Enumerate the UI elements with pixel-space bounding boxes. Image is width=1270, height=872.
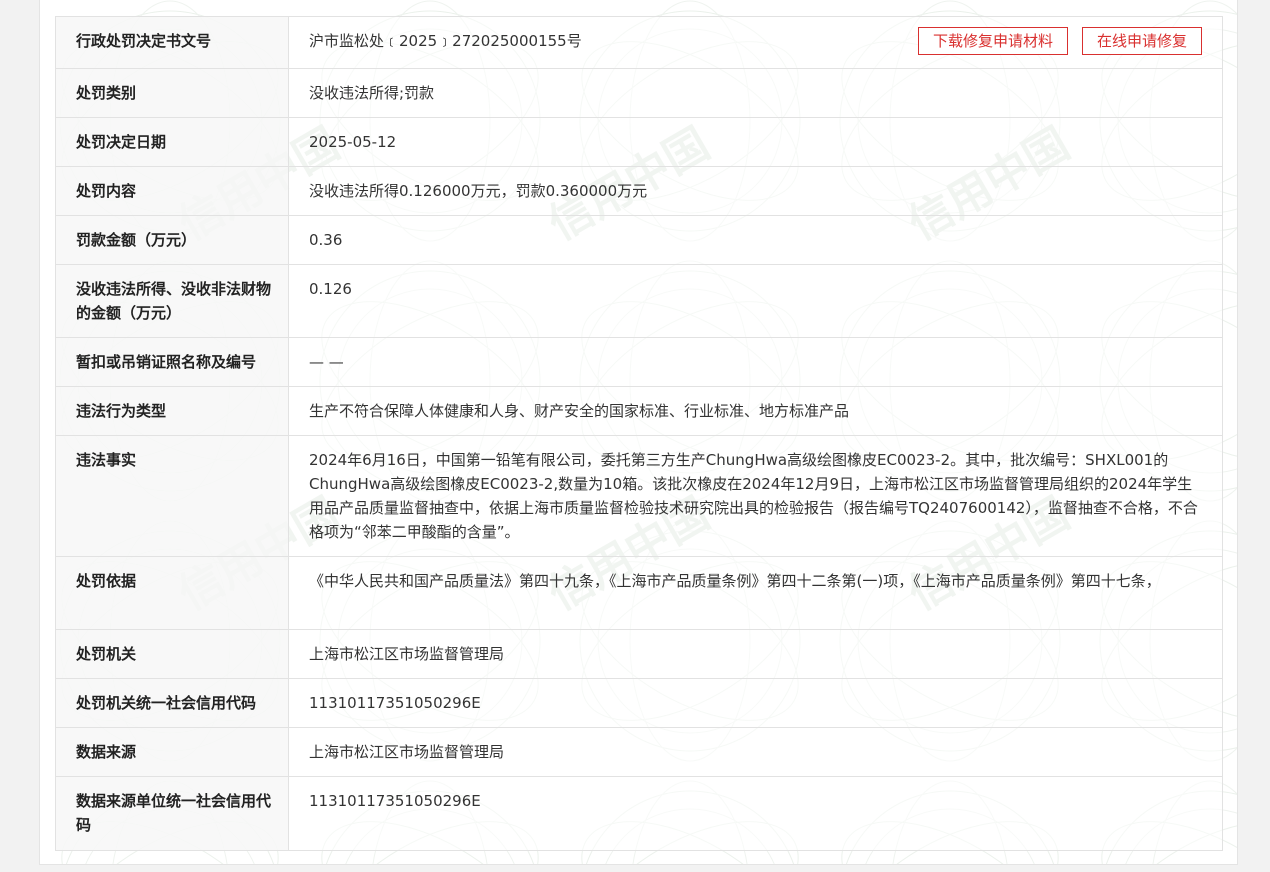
row-label: 处罚内容	[55, 166, 289, 216]
row-value: — —	[288, 337, 1223, 387]
row-value: 《中华人民共和国产品质量法》第四十九条，《上海市产品质量条例》第四十二条第(一)…	[288, 556, 1223, 630]
action-buttons: 下载修复申请材料 在线申请修复	[904, 27, 1202, 55]
row-label: 暂扣或吊销证照名称及编号	[55, 337, 289, 387]
row-label: 罚款金额（万元）	[55, 215, 289, 265]
row-label: 行政处罚决定书文号	[55, 16, 289, 69]
record-panel: 信用中国 信用中国 信用中国 信用中国 信用中国 信用中国 行政处罚决定书文号 …	[39, 0, 1238, 865]
table-row: 数据来源单位统一社会信用代码 11310117351050296E	[55, 776, 1223, 851]
row-value: 2025-05-12	[288, 117, 1223, 167]
row-value: 0.36	[288, 215, 1223, 265]
table-row: 处罚机关 上海市松江区市场监督管理局	[55, 629, 1223, 679]
table-row: 违法行为类型 生产不符合保障人体健康和人身、财产安全的国家标准、行业标准、地方标…	[55, 386, 1223, 436]
table-row: 违法事实 2024年6月16日，中国第一铅笔有限公司，委托第三方生产ChungH…	[55, 435, 1223, 557]
table-row: 罚款金额（万元） 0.36	[55, 215, 1223, 265]
row-label: 处罚机关	[55, 629, 289, 679]
row-value: 11310117351050296E	[288, 776, 1223, 851]
row-value: 沪市监松处﹝2025﹞272025000155号	[309, 32, 582, 50]
row-label: 没收违法所得、没收非法财物的金额（万元）	[55, 264, 289, 338]
row-label: 处罚依据	[55, 556, 289, 630]
table-row: 行政处罚决定书文号 下载修复申请材料 在线申请修复 沪市监松处﹝2025﹞2720…	[55, 16, 1223, 69]
table-row: 数据来源 上海市松江区市场监督管理局	[55, 727, 1223, 777]
row-value: 2024年6月16日，中国第一铅笔有限公司，委托第三方生产ChungHwa高级绘…	[288, 435, 1223, 557]
table-row: 处罚机关统一社会信用代码 11310117351050296E	[55, 678, 1223, 728]
table-row: 处罚内容 没收违法所得0.126000万元，罚款0.360000万元	[55, 166, 1223, 216]
row-value: 生产不符合保障人体健康和人身、财产安全的国家标准、行业标准、地方标准产品	[288, 386, 1223, 436]
penalty-info-table: 行政处罚决定书文号 下载修复申请材料 在线申请修复 沪市监松处﹝2025﹞2720…	[55, 16, 1223, 851]
table-row: 处罚依据 《中华人民共和国产品质量法》第四十九条，《上海市产品质量条例》第四十二…	[55, 556, 1223, 630]
table-row: 处罚决定日期 2025-05-12	[55, 117, 1223, 167]
row-label: 处罚机关统一社会信用代码	[55, 678, 289, 728]
row-value: 没收违法所得;罚款	[288, 68, 1223, 118]
row-value: 0.126	[288, 264, 1223, 338]
row-value-cell: 下载修复申请材料 在线申请修复 沪市监松处﹝2025﹞272025000155号	[288, 16, 1223, 69]
row-label: 违法行为类型	[55, 386, 289, 436]
row-label: 数据来源	[55, 727, 289, 777]
table-row: 暂扣或吊销证照名称及编号 — —	[55, 337, 1223, 387]
table-row: 处罚类别 没收违法所得;罚款	[55, 68, 1223, 118]
row-label: 数据来源单位统一社会信用代码	[55, 776, 289, 851]
row-label: 处罚决定日期	[55, 117, 289, 167]
row-value: 11310117351050296E	[288, 678, 1223, 728]
row-value: 上海市松江区市场监督管理局	[288, 629, 1223, 679]
download-repair-materials-button[interactable]: 下载修复申请材料	[917, 27, 1068, 55]
row-value: 没收违法所得0.126000万元，罚款0.360000万元	[288, 166, 1223, 216]
row-label: 违法事实	[55, 435, 289, 557]
row-label: 处罚类别	[55, 68, 289, 118]
row-value: 上海市松江区市场监督管理局	[288, 727, 1223, 777]
online-repair-application-button[interactable]: 在线申请修复	[1081, 27, 1202, 55]
table-row: 没收违法所得、没收非法财物的金额（万元） 0.126	[55, 264, 1223, 338]
